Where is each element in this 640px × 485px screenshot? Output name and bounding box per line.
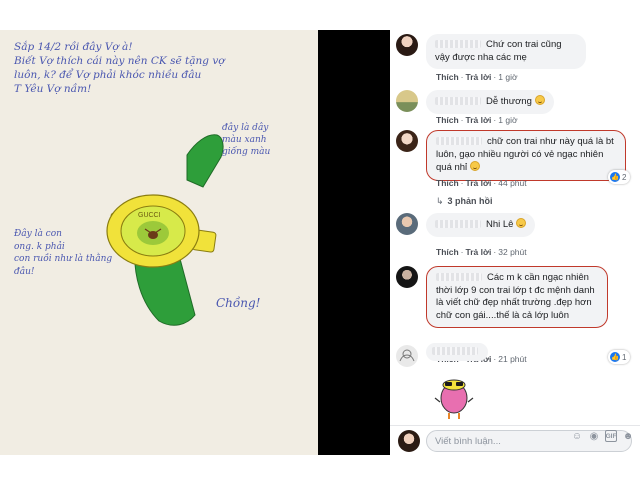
like-reaction-icon: 👍 [610,172,620,182]
note-annotation-left: Đây là con ong. k phải con ruồi như là t… [14,229,113,277]
bird-sticker-icon[interactable] [434,368,474,420]
comment-time[interactable]: 32 phút [498,247,526,257]
like-link[interactable]: Thích [436,72,459,82]
avatar[interactable] [396,345,418,367]
avatar[interactable] [396,130,418,152]
commenter-name-blurred[interactable] [435,40,481,49]
comment-time[interactable]: 1 giờ [498,72,517,82]
commenter-name-blurred[interactable] [435,97,481,106]
comment-text: Nhi Lê [486,219,514,230]
smile-emoji-icon [534,95,545,105]
commenter-name-blurred[interactable] [435,220,481,229]
comment-bubble [426,343,488,361]
gif-icon[interactable]: GIF [605,430,617,442]
comment-composer: Viết bình luận... ☺ ◉ GIF ☻ [390,425,640,455]
commenter-name-blurred[interactable] [436,273,482,282]
sticker-icon[interactable]: ☻ [622,430,634,442]
camera-icon[interactable]: ◉ [588,430,600,442]
reply-link[interactable]: Trả lời [466,247,492,257]
watch-brand: GUCCI [138,212,161,219]
reply-link[interactable]: Trả lời [466,72,492,82]
comment-bubble: chữ con trai như này quá là bt luôn, gạo… [426,130,626,181]
note-main-text: Sắp 14/2 rồi đây Vợ à! Biết Vợ thích cái… [14,41,225,95]
reaction-count-badge[interactable]: 👍 2 [608,170,631,184]
commenter-name-blurred[interactable] [432,347,478,356]
avatar[interactable] [396,266,418,288]
like-link[interactable]: Thích [436,115,459,125]
reply-count-text: 3 phản hồi [447,196,493,206]
sketch-avatar-icon [396,345,418,367]
comment-input-placeholder: Viết bình luận... [435,436,501,447]
reply-arrow-icon: ↳ [436,196,444,206]
comment-text: Dễ thương [486,96,532,107]
comment-actions: Thích · Trả lời · 32 phút [436,247,527,257]
note-annotation-right: đây là dây màu xanh giống màu [222,123,271,157]
reaction-count: 1 [622,352,627,362]
composer-icons: ☺ ◉ GIF ☻ [571,430,634,442]
comment-time[interactable]: 21 phút [498,354,526,364]
comment-bubble: Nhi Lê [426,213,536,237]
view-replies-link[interactable]: ↳ 3 phản hồi [436,196,493,207]
reaction-count-badge[interactable]: 👍 1 [608,350,631,364]
emoji-picker-icon[interactable]: ☺ [571,430,583,442]
comment-thread: Chứ con trai cũng vậy được nha các mẹ Th… [390,30,640,455]
comment-time[interactable]: 44 phút [498,178,526,188]
like-link[interactable]: Thích [436,247,459,257]
reply-link[interactable]: Trả lời [466,115,492,125]
smile-emoji-icon [516,218,527,228]
current-user-avatar[interactable] [398,430,420,452]
like-reaction-icon: 👍 [610,352,620,362]
note-signature: Chồng! [216,296,261,310]
comment-bubble: Chứ con trai cũng vậy được nha các mẹ [426,34,586,69]
note-photo: Sắp 14/2 rồi đây Vợ à! Biết Vợ thích cái… [0,30,318,455]
avatar[interactable] [396,34,418,56]
avatar[interactable] [396,213,418,235]
comment-actions: Thích · Trả lời · 44 phút [436,178,527,188]
comment-actions: Thích · Trả lời · 1 giờ [436,72,518,82]
reply-link[interactable]: Trả lời [466,178,492,188]
reaction-count: 2 [622,172,627,182]
smile-emoji-icon [469,161,480,171]
divider-black [318,30,390,455]
avatar[interactable] [396,90,418,112]
comment-bubble: Các m k cần ngạc nhiên thời lớp 9 con tr… [426,266,608,328]
comment-bubble: Dễ thương [426,90,554,114]
comment-time[interactable]: 1 giờ [498,115,517,125]
like-link[interactable]: Thích [436,178,459,188]
commenter-name-blurred[interactable] [436,137,482,146]
comment-actions: Thích · Trả lời · 1 giờ [436,115,518,125]
